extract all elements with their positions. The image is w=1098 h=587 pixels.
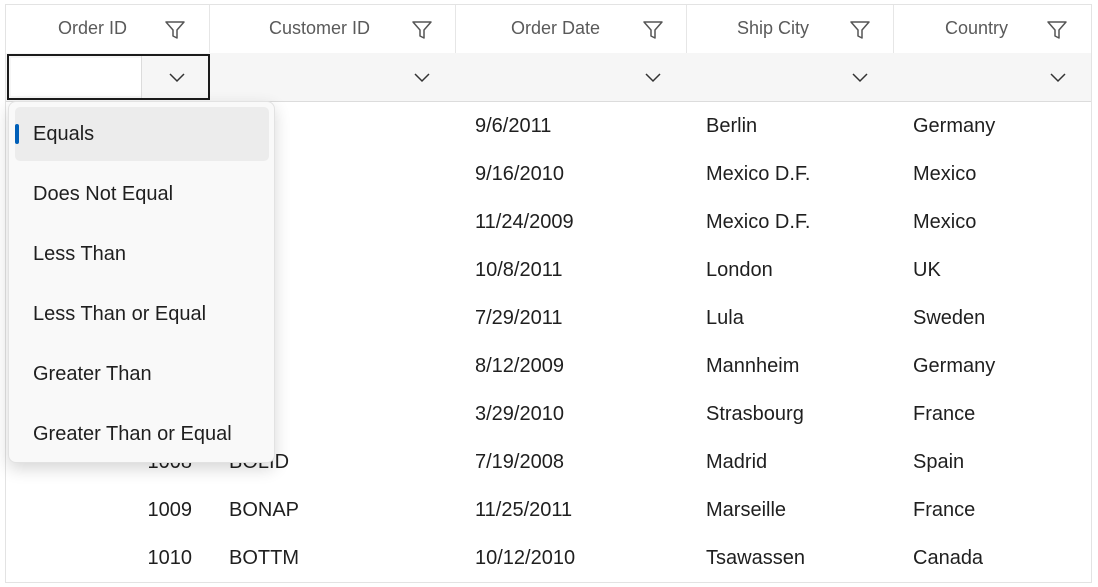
filter-option-label: Less Than or Equal [33, 303, 207, 325]
filter-option-less-than-or-equal[interactable]: Less Than or Equal [15, 287, 269, 341]
country-cell: UK [913, 259, 941, 281]
ship-city-cell: London [706, 259, 773, 281]
filter-option-label: Does Not Equal [33, 183, 174, 205]
filter-condition-dropdown: Equals Does Not Equal Less Than Less Tha… [8, 101, 275, 463]
filter-option-label: Equals [33, 123, 95, 145]
chevron-down-icon[interactable] [851, 70, 869, 84]
filter-cell-customer-id[interactable] [210, 53, 456, 101]
filter-icon[interactable] [1046, 19, 1068, 41]
chevron-down-icon[interactable] [644, 70, 662, 84]
ship-city-cell: Tsawassen [706, 547, 805, 569]
ship-city-cell: Mexico D.F. [706, 211, 811, 233]
filter-icon[interactable] [411, 19, 433, 41]
order-id-cell: 1010 [147, 547, 193, 569]
column-header-order-id[interactable]: Order ID [6, 5, 210, 53]
order-date-cell: 11/25/2011 [475, 499, 573, 521]
filter-option-equals[interactable]: Equals [15, 107, 269, 161]
filter-option-does-not-equal[interactable]: Does Not Equal [15, 167, 269, 221]
table-row[interactable]: 1009 BONAP 11/25/2011 Marseille France [6, 486, 1091, 534]
order-date-cell: 11/24/2009 [475, 211, 574, 233]
country-cell: Sweden [913, 307, 986, 329]
chevron-down-icon[interactable] [1049, 70, 1067, 84]
ship-city-cell: Mannheim [706, 355, 800, 377]
order-id-cell: 1009 [147, 499, 193, 521]
column-header-order-date[interactable]: Order Date [456, 5, 687, 53]
country-cell: Mexico [913, 211, 977, 233]
filter-editor-order-id[interactable] [7, 54, 210, 100]
order-date-cell: 7/19/2008 [475, 451, 564, 473]
order-date-cell: 10/12/2010 [475, 547, 576, 569]
ship-city-cell: Lula [706, 307, 744, 329]
filter-option-greater-than[interactable]: Greater Than [15, 347, 269, 401]
country-cell: France [913, 403, 976, 425]
order-date-cell: 9/6/2011 [475, 115, 552, 137]
filter-input[interactable] [11, 58, 141, 96]
column-header-label: Order ID [57, 18, 127, 38]
filter-icon[interactable] [642, 19, 664, 41]
filter-cell-ship-city[interactable] [687, 53, 894, 101]
divider [141, 56, 142, 98]
column-header-label: Order Date [510, 18, 600, 38]
column-header-row: Order ID Customer ID Order Date Ship Cit… [6, 5, 1091, 54]
country-cell: Spain [913, 451, 965, 473]
filter-option-less-than[interactable]: Less Than [15, 227, 269, 281]
order-date-cell: 10/8/2011 [475, 259, 563, 281]
customer-id-cell: BONAP [229, 499, 300, 521]
country-cell: Mexico [913, 163, 977, 185]
filter-option-label: Less Than [33, 243, 127, 265]
column-header-ship-city[interactable]: Ship City [687, 5, 894, 53]
chevron-down-icon[interactable] [168, 70, 186, 84]
column-header-label: Ship City [736, 18, 809, 38]
country-cell: Germany [913, 355, 996, 377]
filter-icon[interactable] [849, 19, 871, 41]
column-header-label: Country [944, 18, 1008, 38]
ship-city-cell: Berlin [706, 115, 758, 137]
filter-icon[interactable] [164, 19, 186, 41]
country-cell: France [913, 499, 976, 521]
ship-city-cell: Marseille [706, 499, 787, 521]
country-cell: Germany [913, 115, 996, 137]
filter-cell-country[interactable] [894, 53, 1091, 101]
selection-indicator [15, 124, 19, 144]
ship-city-cell: Strasbourg [706, 403, 804, 425]
order-date-cell: 9/16/2010 [475, 163, 564, 185]
country-cell: Canada [913, 547, 984, 569]
order-date-cell: 3/29/2010 [475, 403, 564, 425]
filter-option-label: Greater Than or Equal [33, 423, 232, 445]
column-header-label: Customer ID [268, 18, 370, 38]
filter-cell-order-date[interactable] [456, 53, 687, 101]
filter-option-label: Greater Than [33, 363, 152, 385]
order-date-cell: 7/29/2011 [475, 307, 563, 329]
ship-city-cell: Mexico D.F. [706, 163, 811, 185]
ship-city-cell: Madrid [706, 451, 768, 473]
column-header-customer-id[interactable]: Customer ID [210, 5, 456, 53]
chevron-down-icon[interactable] [413, 70, 431, 84]
order-date-cell: 8/12/2009 [475, 355, 564, 377]
column-header-country[interactable]: Country [894, 5, 1091, 53]
table-row[interactable]: 1010 BOTTM 10/12/2010 Tsawassen Canada [6, 534, 1091, 582]
customer-id-cell: BOTTM [229, 547, 299, 569]
filter-row [6, 53, 1091, 102]
filter-option-greater-than-or-equal[interactable]: Greater Than or Equal [15, 407, 269, 461]
